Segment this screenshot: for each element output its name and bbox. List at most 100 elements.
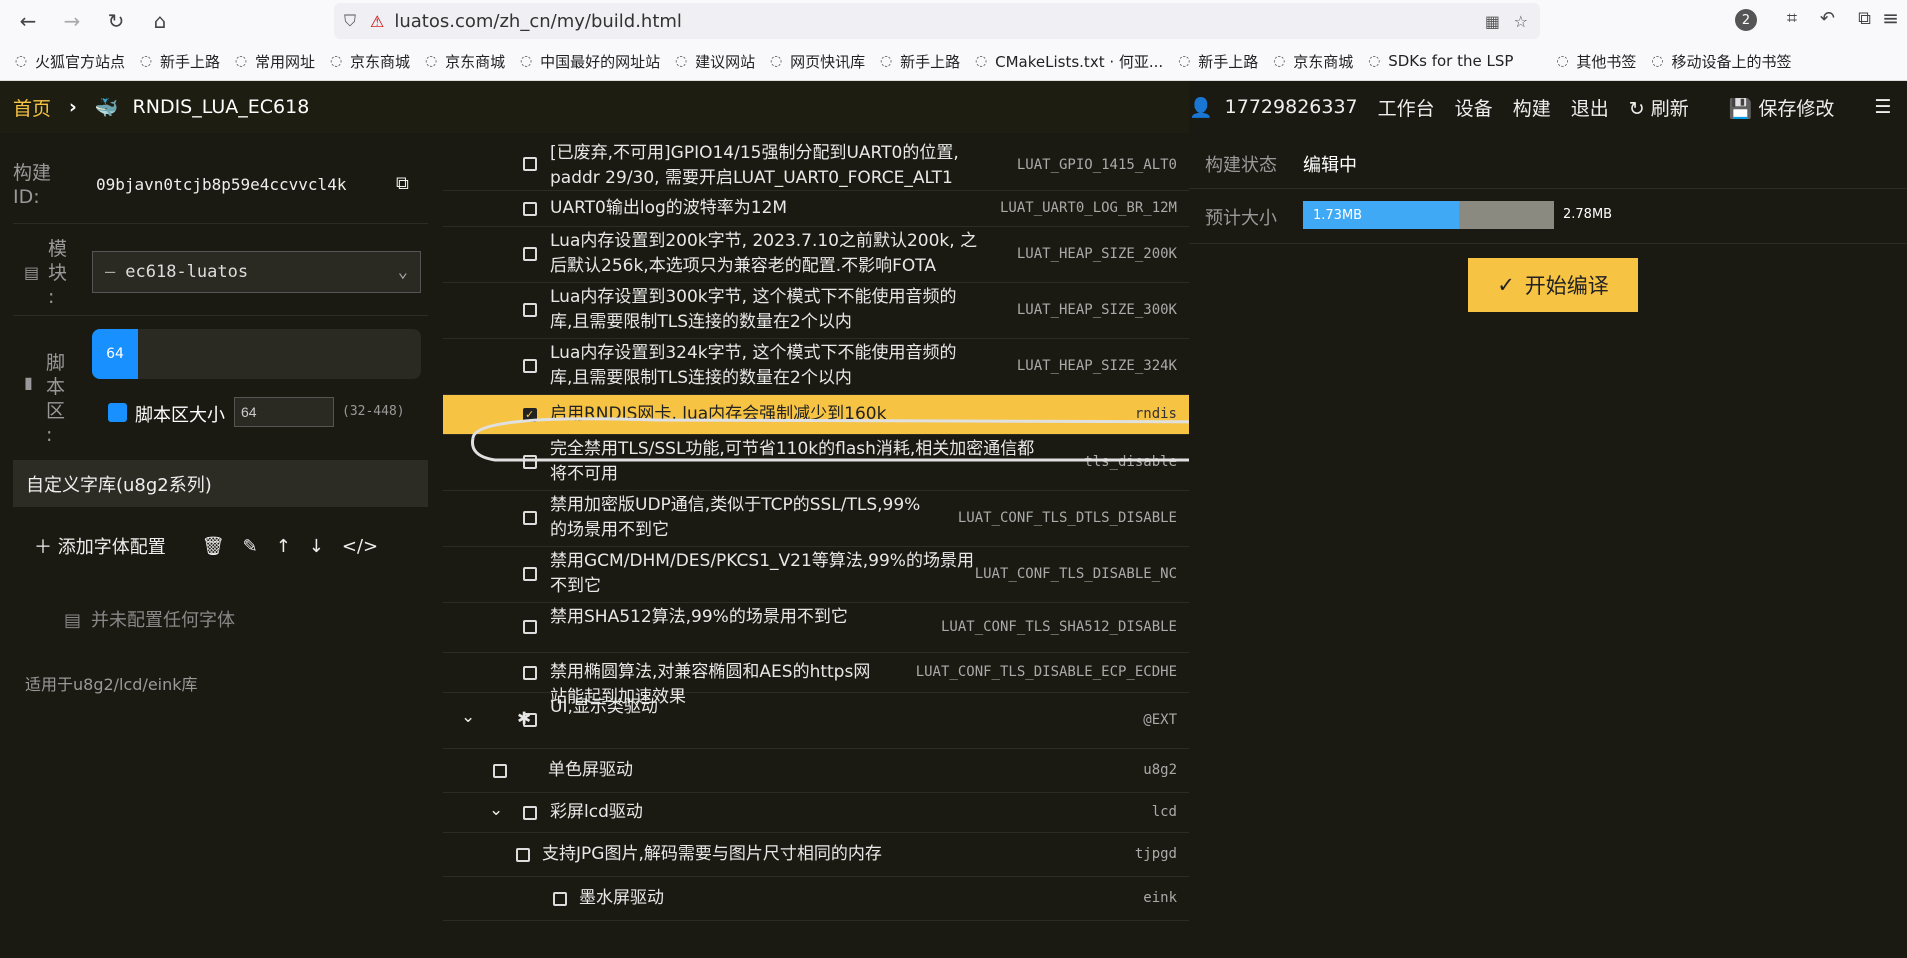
option-row[interactable]: 禁用加密版UDP通信,类似于TCP的SSL/TLS,99% 的场景用不到它 LUAT… <box>443 491 1189 547</box>
script-area-bar[interactable]: 64 <box>92 329 421 379</box>
bookmark-item[interactable]: ◌ 新手上路 <box>1175 51 1258 72</box>
edit-icon[interactable]: ✎ <box>243 536 258 557</box>
option-row[interactable]: 禁用GCM/DHM/DES/PKCS1_V21等算法,99%的场景用 不到它 LUA… <box>443 547 1189 603</box>
extension-icon[interactable]: ⧉ <box>1858 8 1871 29</box>
nav-link-workbench[interactable]: 工作台 <box>1378 94 1435 121</box>
option-row[interactable]: ⌄ 彩屏lcd驱动 lcd <box>443 793 1189 833</box>
option-row[interactable]: [已废弃,不可用]GPIO14/15强制分配到UART0的位置, paddr 29… <box>443 141 1189 191</box>
bookmark-item[interactable]: ◌ SDKs for the LSP <box>1365 52 1513 70</box>
bookmark-label: 中国最好的网址站 <box>540 52 661 71</box>
option-text-line: [已废弃,不可用]GPIO14/15强制分配到UART0的位置, <box>550 143 959 163</box>
bookmark-label: 建议网站 <box>695 52 756 71</box>
option-checkbox[interactable] <box>493 764 507 778</box>
option-checkbox[interactable] <box>523 303 537 317</box>
option-row[interactable]: 禁用椭圆算法,对兼容椭圆和AES的https网 站能起到加速效果 LUAT_CONF… <box>443 653 1189 707</box>
option-row[interactable]: 墨水屏驱动 eink <box>443 877 1189 921</box>
home-link[interactable]: 首页 <box>13 94 51 121</box>
annotation-circle <box>470 417 1251 462</box>
option-checkbox[interactable] <box>523 666 537 680</box>
bookmark-item[interactable]: ◌ 新手上路 <box>877 51 960 72</box>
bookmark-label: CMakeLists.txt · 何亚... <box>995 52 1164 71</box>
reload-icon[interactable]: ↻ <box>102 7 130 35</box>
option-code: eink <box>1143 890 1177 906</box>
chevron-down-icon[interactable]: ⌄ <box>461 707 475 727</box>
crop-icon[interactable]: ⌗ <box>1787 8 1797 29</box>
save-button[interactable]: 💾 保存修改 <box>1729 94 1855 121</box>
bookmark-item[interactable]: ◌ 网页快讯库 <box>767 51 865 72</box>
option-code: LUAT_HEAP_SIZE_324K <box>1016 358 1177 374</box>
bookmark-item[interactable]: ◌ 京东商城 <box>422 51 505 72</box>
move-up-icon[interactable]: ↑ <box>276 536 291 557</box>
option-text-line: Lua内存设置到300k字节, 这个模式下不能使用音频的 <box>550 287 957 307</box>
option-checkbox[interactable] <box>523 567 537 581</box>
copy-icon[interactable]: ⧉ <box>396 173 409 194</box>
chevron-down-icon[interactable]: ⌄ <box>489 800 503 820</box>
option-row[interactable]: Lua内存设置到324k字节, 这个模式下不能使用音频的 库,且需要限制TLS连接… <box>443 339 1189 395</box>
option-row[interactable]: ⌄ ✱ UI,显示类驱动 @EXT <box>443 693 1189 749</box>
bookmark-item[interactable]: ◌ 常用网址 <box>232 51 315 72</box>
shield-icon[interactable]: ⛉ <box>344 11 356 31</box>
lock-icon[interactable]: ⚠ <box>370 12 384 31</box>
build-status-label: 构建状态 <box>1205 155 1277 176</box>
option-row[interactable]: UART0输出log的波特率为12M LUAT_UART0_LOG_BR_12M <box>443 191 1189 227</box>
option-checkbox[interactable] <box>523 620 537 634</box>
option-row[interactable]: 单色屏驱动 u8g2 <box>443 749 1189 793</box>
option-text-line: paddr 29/30, 需要开启LUAT_UART0_FORCE_ALT1 <box>550 168 953 188</box>
docker-icon: 🐳 <box>94 96 119 119</box>
option-row[interactable]: 支持JPG图片,解码需要与图片尺寸相同的内存 tjpgd <box>443 833 1189 877</box>
option-text: [已废弃,不可用]GPIO14/15强制分配到UART0的位置, paddr 29… <box>550 141 959 191</box>
bookmark-item[interactable]: ◌ 移动设备上的书签 <box>1648 51 1791 72</box>
back-icon[interactable]: ← <box>14 7 42 35</box>
bookmark-item[interactable]: ◌ 其他书签 <box>1553 51 1636 72</box>
home-icon[interactable]: ⌂ <box>146 7 174 35</box>
option-checkbox[interactable] <box>553 892 567 906</box>
bookmark-icon: ◌ <box>519 53 533 69</box>
module-select[interactable]: – ec618-luatos ⌄ <box>92 251 421 293</box>
menu-icon[interactable]: ≡ <box>1882 6 1899 30</box>
option-text-line: 不到它 <box>550 576 601 596</box>
move-down-icon[interactable]: ↓ <box>309 536 324 557</box>
option-checkbox[interactable] <box>516 848 530 862</box>
option-checkbox[interactable] <box>523 247 537 261</box>
bookmark-item[interactable]: ◌ 火狐官方站点 <box>12 51 125 72</box>
option-checkbox[interactable] <box>523 511 537 525</box>
option-checkbox[interactable] <box>523 359 537 373</box>
undo-icon[interactable]: ↶ <box>1820 8 1835 29</box>
qr-icon[interactable]: ▦ <box>1485 12 1500 31</box>
forward-icon[interactable]: → <box>58 7 86 35</box>
option-checkbox[interactable] <box>523 157 537 171</box>
notification-badge[interactable]: 2 <box>1735 9 1757 31</box>
option-text-line: 禁用加密版UDP通信,类似于TCP的SSL/TLS,99% <box>550 495 921 515</box>
option-text: Lua内存设置到324k字节, 这个模式下不能使用音频的 库,且需要限制TLS连接… <box>550 341 956 391</box>
bookmarks-bar: ◌ 火狐官方站点 ◌ 新手上路 ◌ 常用网址 ◌ 京东商城 ◌ 京东商城 ◌ 中国最好的网址站 ◌ 建议网… <box>0 42 1907 81</box>
refresh-button[interactable]: ↻ 刷新 <box>1629 94 1709 121</box>
hamburger-icon[interactable]: ☰ <box>1874 96 1891 118</box>
bookmark-item[interactable]: ◌ 京东商城 <box>1270 51 1353 72</box>
bookmark-item[interactable]: ◌ 京东商城 <box>327 51 410 72</box>
script-size-input[interactable] <box>234 397 334 427</box>
nav-link-build[interactable]: 构建 <box>1513 94 1551 121</box>
compile-button[interactable]: ✓ 开始编译 <box>1468 258 1638 312</box>
url-bar[interactable]: ⛉ ⚠ luatos.com/zh_cn/my/build.html ▦ ☆ <box>334 3 1540 39</box>
bookmark-item[interactable]: ◌ 新手上路 <box>137 51 220 72</box>
option-checkbox[interactable] <box>523 202 537 216</box>
script-size-checkbox[interactable] <box>108 403 127 422</box>
option-row[interactable]: 禁用SHA512算法,99%的场景用不到它 LUAT_CONF_TLS_SHA51… <box>443 603 1189 653</box>
bookmark-item[interactable]: ◌ CMakeLists.txt · 何亚... <box>972 51 1163 72</box>
option-text-line: 墨水屏驱动 <box>579 888 664 908</box>
user-name[interactable]: 17729826337 <box>1225 96 1358 118</box>
star-icon[interactable]: ☆ <box>1514 12 1528 31</box>
nav-link-logout[interactable]: 退出 <box>1571 94 1609 121</box>
option-row[interactable]: Lua内存设置到300k字节, 这个模式下不能使用音频的 库,且需要限制TLS连接… <box>443 283 1189 339</box>
code-icon[interactable]: </> <box>342 536 378 557</box>
add-font-button[interactable]: ＋ 添加字体配置 <box>34 533 184 559</box>
url-text[interactable]: luatos.com/zh_cn/my/build.html <box>394 11 682 32</box>
bookmark-icon: ◌ <box>975 53 988 69</box>
option-checkbox[interactable] <box>523 806 537 820</box>
nav-link-devices[interactable]: 设备 <box>1455 94 1493 121</box>
bookmark-item[interactable]: ◌ 中国最好的网址站 <box>517 51 660 72</box>
bookmark-icon: ◌ <box>329 53 343 69</box>
delete-icon[interactable]: 🗑 <box>202 536 225 557</box>
option-row[interactable]: Lua内存设置到200k字节, 2023.7.10之前默认200k, 之后默认2… <box>443 227 1189 283</box>
bookmark-item[interactable]: ◌ 建议网站 <box>672 51 755 72</box>
